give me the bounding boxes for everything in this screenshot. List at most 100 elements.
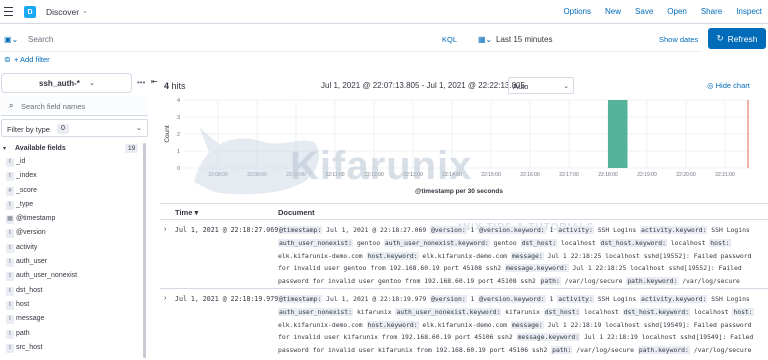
- field-value: elk.kifarunix-demo.com: [278, 320, 367, 329]
- field-item[interactable]: t auth_user_nonexist: [1, 269, 141, 283]
- field-name: dst_host: [16, 286, 43, 294]
- field-item[interactable]: t _id: [1, 155, 141, 169]
- y-tick-label: 1: [177, 149, 180, 155]
- index-pattern-name: ssh_auth-*: [39, 79, 80, 88]
- add-filter-button[interactable]: + Add filter: [14, 55, 50, 64]
- save-link[interactable]: Save: [635, 7, 653, 16]
- time-range-label[interactable]: Last 15 minutes: [496, 35, 552, 44]
- field-key: activity:: [557, 295, 594, 303]
- field-key: @version.keyword:: [478, 226, 546, 234]
- x-tick-label: 22:18:00: [598, 172, 618, 178]
- y-tick-label: 2: [177, 132, 180, 138]
- field-value: kifarunix: [353, 307, 396, 316]
- filter-by-type-label: Filter by type: [7, 125, 50, 134]
- field-value: Jul 1, 2021 @ 22:18:27.069: [322, 226, 431, 234]
- x-tick-label: 22:20:00: [676, 172, 696, 178]
- menu-icon[interactable]: [4, 7, 13, 16]
- field-type-icon: t: [6, 300, 14, 310]
- chevron-down-icon: ⌄: [136, 125, 142, 132]
- field-item[interactable]: t host: [1, 298, 141, 312]
- field-value: Jul 1, 2021 @ 22:18:19.979: [322, 295, 431, 303]
- hide-chart-button[interactable]: ◎ Hide chart: [707, 81, 750, 90]
- y-tick-label: 0: [177, 166, 180, 172]
- row-document: @timestamp: Jul 1, 2021 @ 22:18:27.069 @…: [278, 224, 758, 288]
- open-link[interactable]: Open: [667, 7, 687, 16]
- field-item[interactable]: t dst_host: [1, 284, 141, 298]
- field-type-icon: t: [6, 200, 14, 210]
- expand-row-icon[interactable]: ›: [164, 226, 166, 233]
- field-key: activity.keyword:: [640, 226, 708, 234]
- document-column-header: Document: [278, 208, 315, 217]
- top-menu-links: Options New Save Open Share Inspect: [549, 7, 762, 16]
- field-key: auth_user_nonexist.keyword:: [395, 307, 502, 316]
- field-value: kifarunix: [501, 307, 544, 316]
- chevron-down-icon[interactable]: ⌄: [82, 7, 88, 15]
- more-options-icon[interactable]: •••: [137, 78, 145, 87]
- field-item[interactable]: t src_host: [1, 341, 141, 355]
- field-list: t _id t _index # _score t _type ▦ @timestamp t @ver…: [1, 155, 141, 355]
- field-value: gentoo: [353, 238, 384, 247]
- field-search-input[interactable]: ⌕ Search field names: [1, 96, 148, 116]
- available-fields-header[interactable]: ▾ Available fields 19: [1, 143, 141, 155]
- field-key: dst_host.keyword:: [622, 307, 691, 316]
- saved-query-icon[interactable]: ▣⌄: [4, 35, 18, 44]
- field-value: SSH Logins: [707, 295, 750, 303]
- field-name: _id: [16, 158, 26, 165]
- options-link[interactable]: Options: [563, 7, 591, 16]
- hits-label: hits: [171, 81, 186, 91]
- field-item[interactable]: t activity: [1, 241, 141, 255]
- eye-closed-icon: ◎: [707, 81, 714, 90]
- field-item[interactable]: ▦ @timestamp: [1, 212, 141, 226]
- field-key: message:: [510, 251, 544, 260]
- field-item[interactable]: t path: [1, 327, 141, 341]
- new-link[interactable]: New: [605, 7, 621, 16]
- field-search-placeholder: Search field names: [21, 102, 86, 111]
- divider: [160, 288, 768, 289]
- field-key: activity.keyword:: [640, 295, 708, 303]
- field-type-icon: t: [6, 229, 14, 239]
- field-key: auth_user_nonexist:: [278, 307, 354, 316]
- refresh-button[interactable]: ↻ Refresh: [708, 28, 766, 49]
- time-range-text: Jul 1, 2021 @ 22:07:13.805 - Jul 1, 2021…: [321, 81, 525, 90]
- field-value: SSH Logins: [593, 226, 641, 234]
- inspect-link[interactable]: Inspect: [736, 7, 762, 16]
- search-input[interactable]: Search: [28, 35, 53, 44]
- field-value: 1: [466, 226, 479, 234]
- collapse-sidebar-icon[interactable]: ⇤: [151, 77, 158, 86]
- field-key: path:: [551, 346, 573, 355]
- filter-options-icon[interactable]: ⊜: [4, 55, 11, 64]
- filter-by-type-button[interactable]: Filter by type 0 ⌄: [1, 119, 148, 137]
- field-item[interactable]: t message: [1, 312, 141, 326]
- field-key: auth_user_nonexist.keyword:: [383, 238, 490, 247]
- kql-toggle[interactable]: KQL: [442, 35, 457, 44]
- field-type-icon: #: [6, 186, 14, 196]
- field-item[interactable]: t @version: [1, 226, 141, 240]
- show-dates-button[interactable]: Show dates: [659, 35, 698, 44]
- share-link[interactable]: Share: [701, 7, 722, 16]
- time-column-header[interactable]: Time ▾: [175, 208, 198, 217]
- field-key: dst_host:: [543, 307, 581, 316]
- field-item[interactable]: t _type: [1, 198, 141, 212]
- sort-down-icon[interactable]: ▾: [194, 208, 198, 217]
- field-key: activity:: [557, 226, 594, 234]
- sidebar-scrollbar[interactable]: [143, 143, 146, 358]
- field-key: host:: [709, 238, 731, 247]
- field-name: message: [16, 315, 45, 323]
- field-item[interactable]: t auth_user: [1, 255, 141, 269]
- field-item[interactable]: # _score: [1, 184, 141, 198]
- field-item[interactable]: t _index: [1, 169, 141, 183]
- interval-select[interactable]: Auto ⌄: [508, 77, 574, 94]
- field-key: host.keyword:: [366, 251, 419, 260]
- chevron-down-icon: ⌄: [89, 80, 95, 87]
- filter-row: ⊜ + Add filter: [0, 52, 768, 68]
- field-key: auth_user_nonexist:: [278, 238, 354, 247]
- space-avatar[interactable]: D: [24, 6, 36, 18]
- x-tick-label: 22:16:00: [520, 172, 540, 178]
- x-tick-label: 22:21:00: [715, 172, 735, 178]
- field-value: gentoo: [489, 238, 521, 247]
- field-name: auth_user: [16, 258, 48, 266]
- filter-count-badge: 0: [57, 124, 69, 134]
- index-pattern-picker[interactable]: ssh_auth-* ⌄: [1, 73, 132, 93]
- expand-row-icon[interactable]: ›: [164, 295, 166, 302]
- calendar-icon[interactable]: ▦⌄: [478, 35, 492, 44]
